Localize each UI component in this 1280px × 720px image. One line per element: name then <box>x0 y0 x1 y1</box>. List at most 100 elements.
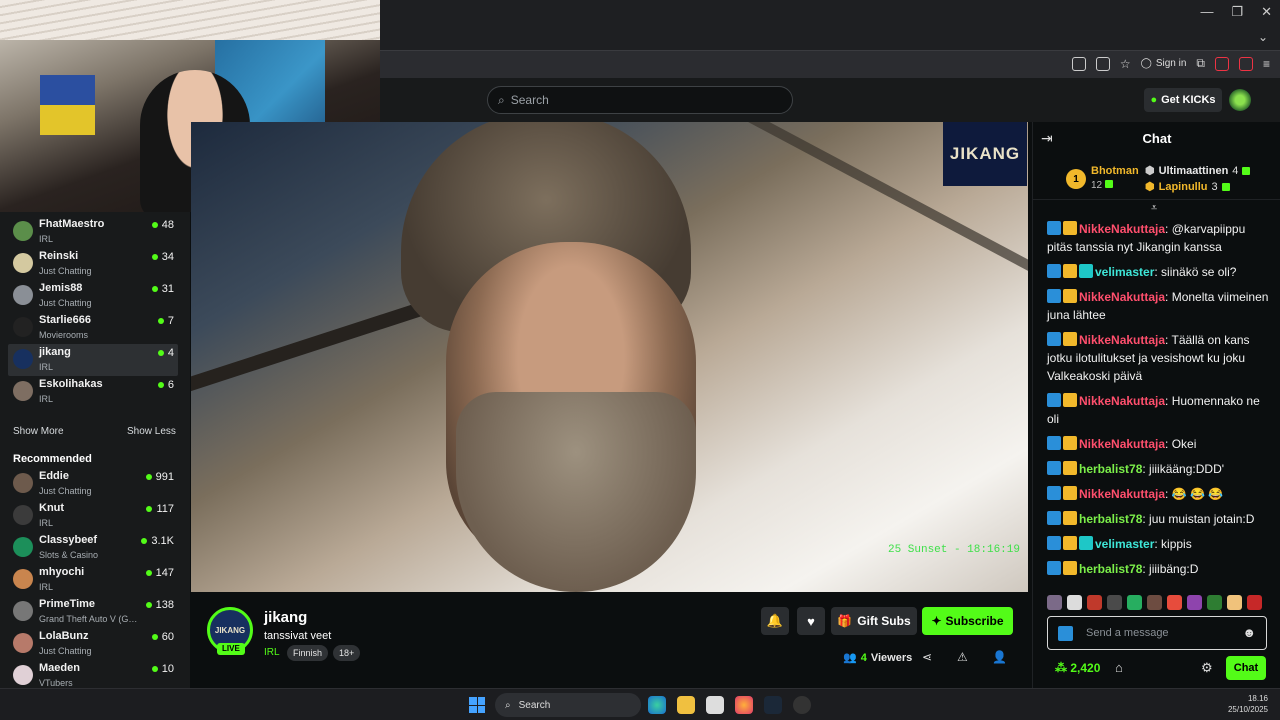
show-more-button[interactable]: Show More <box>13 426 64 437</box>
edge-icon[interactable] <box>648 696 666 714</box>
extensions-icon[interactable]: ⧉ <box>1196 56 1205 71</box>
close-icon[interactable]: ✕ <box>1261 4 1272 20</box>
sidebar-channel-reinski[interactable]: Reinski Just Chatting 34 <box>8 248 178 280</box>
sidebar-channel-mhyochi[interactable]: mhyochi IRL 147 <box>8 564 178 596</box>
menu-icon[interactable]: ≡ <box>1263 57 1270 71</box>
channel-viewers: 147 <box>145 567 174 579</box>
sign-in-button[interactable]: ◯ Sign in <box>1141 58 1187 69</box>
search-input[interactable]: ⌕ Search <box>487 86 793 114</box>
steam-icon[interactable] <box>764 696 782 714</box>
gift-subs-button[interactable]: 🎁 Gift Subs <box>831 607 917 635</box>
share-icon[interactable]: ⋖ <box>922 650 932 664</box>
chat-username[interactable]: velimaster <box>1095 265 1154 279</box>
chat-message-input[interactable]: Send a message ☻ <box>1047 616 1267 650</box>
sidebar-channel-starlie666[interactable]: Starlie666 Movierooms 7 <box>8 312 178 344</box>
emote-icon[interactable] <box>1087 595 1102 610</box>
system-clock[interactable]: 18.16 25/10/2025 <box>1228 693 1268 715</box>
chat-message-text: : 😂 😂 😂 <box>1165 487 1224 501</box>
maximize-icon[interactable]: ❐ <box>1231 4 1243 20</box>
chat-message: NikkeNakuttaja: Huomennako ne oli <box>1047 392 1273 428</box>
chat-send-button[interactable]: Chat <box>1226 656 1266 680</box>
emote-icon[interactable] <box>1107 595 1122 610</box>
reader-icon[interactable] <box>1071 56 1086 71</box>
sidebar-channel-fhatmaestro[interactable]: FhatMaestro IRL 48 <box>8 216 178 248</box>
viewers-label: Viewers <box>870 651 913 664</box>
sidebar-channel-jemis88[interactable]: Jemis88 Just Chatting 31 <box>8 280 178 312</box>
gear-icon[interactable]: ⚙ <box>1201 660 1213 676</box>
sidebar-channel-knut[interactable]: Knut IRL 117 <box>8 500 178 532</box>
channel-viewers: 10 <box>151 663 174 675</box>
leaderboard-count: 4 <box>1232 164 1239 177</box>
show-less-button[interactable]: Show Less <box>127 426 176 437</box>
sidebar-channel-primetime[interactable]: PrimeTime Grand Theft Auto V (G… 138 <box>8 596 178 628</box>
extension-ublock-icon[interactable] <box>1238 56 1253 71</box>
get-kicks-button[interactable]: ● Get KICKs <box>1144 88 1222 112</box>
chat-username[interactable]: herbalist78 <box>1079 562 1142 576</box>
video-player[interactable]: 25 Sunset - 18:16:19 <box>191 122 1028 592</box>
chat-username[interactable]: herbalist78 <box>1079 512 1142 526</box>
streamer-name[interactable]: jikang <box>264 609 307 626</box>
gift-icon <box>1104 180 1113 188</box>
report-icon[interactable]: ⚠ <box>957 650 968 664</box>
leaderboard-entry[interactable]: ⬢ Lapinullu 3 <box>1145 180 1230 193</box>
chat-username[interactable]: herbalist78 <box>1079 462 1142 476</box>
emote-icon[interactable] <box>1127 595 1142 610</box>
chat-username[interactable]: velimaster <box>1095 537 1154 551</box>
profile-avatar[interactable] <box>1229 89 1251 111</box>
tag-18plus[interactable]: 18+ <box>333 645 361 661</box>
notification-bell-button[interactable]: 🔔 <box>761 607 789 635</box>
stream-category[interactable]: IRL <box>264 647 280 658</box>
avatar <box>13 601 33 621</box>
file-explorer-icon[interactable] <box>677 696 695 714</box>
extension-red-icon[interactable] <box>1214 56 1229 71</box>
badge-icon <box>1063 486 1077 500</box>
subscribe-button[interactable]: ✦ Subscribe <box>922 607 1013 635</box>
firefox-icon[interactable] <box>735 696 753 714</box>
chat-username[interactable]: NikkeNakuttaja <box>1079 394 1165 408</box>
chat-username[interactable]: NikkeNakuttaja <box>1079 437 1165 451</box>
chat-username[interactable]: NikkeNakuttaja <box>1079 222 1165 236</box>
emote-icon[interactable] <box>1227 595 1242 610</box>
store-app-icon[interactable] <box>706 696 724 714</box>
sidebar-channel-jikang[interactable]: jikang IRL 4 <box>8 344 178 376</box>
channel-category: Grand Theft Auto V (G… <box>39 614 138 624</box>
store-icon[interactable]: ⌂ <box>1115 660 1123 675</box>
kicks-icon: ● <box>1150 94 1158 106</box>
follow-button[interactable]: ♥ <box>797 607 825 635</box>
badge-icon <box>1063 393 1077 407</box>
taskbar-search[interactable]: ⌕ Search <box>495 693 641 717</box>
sidebar-channel-lolabunz[interactable]: LolaBunz Just Chatting 60 <box>8 628 178 660</box>
screenshot-icon[interactable] <box>1095 56 1110 71</box>
video-beard <box>456 392 696 592</box>
chat-message-text: : jiiikääng:DDD' <box>1142 462 1225 476</box>
leaderboard-top-name[interactable]: Bhotman <box>1091 165 1139 177</box>
chevron-down-icon[interactable]: ⌄ <box>1258 30 1268 44</box>
emote-icon[interactable] <box>1067 595 1082 610</box>
emote-icon[interactable] <box>1187 595 1202 610</box>
emote-icon[interactable] <box>1207 595 1222 610</box>
channel-points[interactable]: ⁂ 2,420 <box>1055 661 1100 675</box>
emoji-icon[interactable]: ☻ <box>1242 625 1256 640</box>
badge-icon <box>1063 221 1077 235</box>
sidebar-channel-eddie[interactable]: Eddie Just Chatting 991 <box>8 468 178 500</box>
tag-finnish[interactable]: Finnish <box>287 645 329 661</box>
emote-icon[interactable] <box>1167 595 1182 610</box>
leaderboard-top-count: 12 <box>1091 180 1113 191</box>
channel-name: Jemis88 <box>39 282 83 294</box>
windows-start-icon[interactable] <box>469 697 485 713</box>
minimize-icon[interactable]: — <box>1200 4 1213 20</box>
chat-username[interactable]: NikkeNakuttaja <box>1079 290 1165 304</box>
chat-username[interactable]: NikkeNakuttaja <box>1079 487 1165 501</box>
emote-icon[interactable] <box>1147 595 1162 610</box>
star-icon[interactable]: ☆ <box>1120 57 1131 71</box>
clock-date: 25/10/2025 <box>1227 705 1268 714</box>
leaderboard-toggle-icon[interactable]: ⩡ <box>1151 202 1157 215</box>
leaderboard-entry[interactable]: ⬢ Ultimaattinen 4 <box>1145 164 1251 177</box>
emote-icon[interactable] <box>1247 595 1262 610</box>
user-actions-icon[interactable]: 👤 <box>992 650 1007 664</box>
sidebar-channel-eskolihakas[interactable]: Eskolihakas IRL 6 <box>8 376 178 408</box>
app-icon[interactable] <box>793 696 811 714</box>
sidebar-channel-classybeef[interactable]: Classybeef Slots & Casino 3.1K <box>8 532 178 564</box>
chat-username[interactable]: NikkeNakuttaja <box>1079 333 1165 347</box>
emote-icon[interactable] <box>1047 595 1062 610</box>
